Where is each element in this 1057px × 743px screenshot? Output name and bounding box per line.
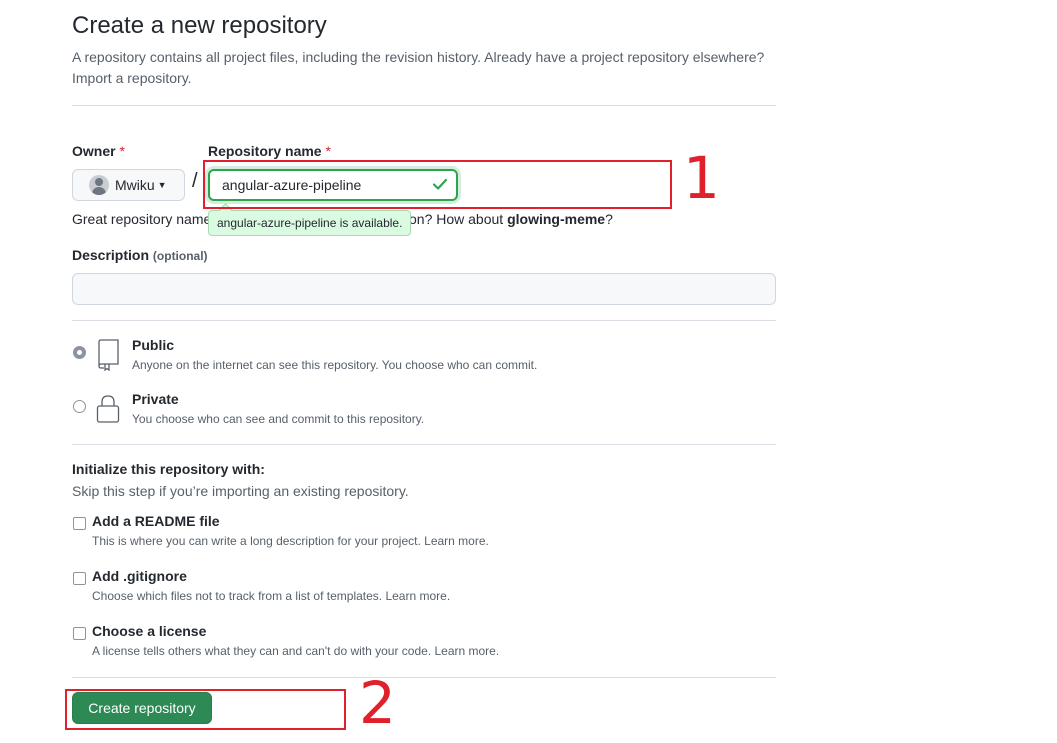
page-title: Create a new repository	[72, 12, 327, 39]
annotation-highlight-box	[203, 160, 672, 209]
public-radio[interactable]	[73, 346, 86, 359]
visibility-option-note: Anyone on the internet can see this repo…	[132, 358, 538, 372]
readme-option-note: This is where you can write a long descr…	[92, 534, 489, 548]
gitignore-option-note: Choose which files not to track from a l…	[92, 589, 451, 603]
suggested-name-link[interactable]: glowing-meme	[507, 211, 605, 227]
repo-icon	[98, 339, 119, 371]
repo-name-label: Repository name *	[208, 143, 331, 159]
divider	[72, 105, 776, 106]
suggestion-prefix: Great repository name	[72, 211, 212, 227]
availability-tooltip: angular-azure-pipeline is available.	[208, 210, 412, 236]
initialize-title: Initialize this repository with:	[72, 461, 265, 477]
visibility-option-title: Private	[132, 391, 179, 407]
divider	[72, 444, 776, 445]
description-label: Description (optional)	[72, 247, 208, 263]
readme-option-title: Add a README file	[92, 513, 220, 529]
license-option-note: A license tells others what they can and…	[92, 644, 500, 658]
owner-repo-separator: /	[192, 170, 198, 192]
annotation-step-number: 1	[683, 144, 720, 212]
repo-name-label-text: Repository name	[208, 143, 322, 159]
license-checkbox[interactable]	[73, 627, 86, 640]
owner-select[interactable]: Mwiku ▼	[72, 169, 185, 201]
triangle-down-icon: ▼	[157, 180, 167, 190]
description-label-text: Description	[72, 247, 150, 263]
private-radio[interactable]	[73, 400, 86, 413]
divider	[72, 320, 776, 321]
description-input[interactable]	[72, 273, 776, 305]
required-mark: *	[325, 143, 331, 159]
visibility-option-note: You choose who can see and commit to thi…	[132, 412, 425, 426]
gitignore-checkbox[interactable]	[73, 572, 86, 585]
annotation-highlight-box	[65, 689, 346, 730]
divider	[72, 677, 776, 678]
owner-label-text: Owner	[72, 143, 116, 159]
gitignore-option-title: Add .gitignore	[92, 568, 187, 584]
optional-hint: (optional)	[152, 249, 208, 263]
license-option-title: Choose a license	[92, 623, 207, 639]
readme-checkbox[interactable]	[73, 517, 86, 530]
owner-name: Mwiku	[115, 177, 155, 193]
initialize-subtitle: Skip this step if you’re importing an ex…	[72, 483, 409, 499]
page-subtitle: A repository contains all project files,…	[72, 49, 765, 86]
owner-label: Owner *	[72, 143, 125, 159]
annotation-step-number: 2	[359, 669, 396, 737]
suggestion-suffix: ?	[605, 211, 613, 227]
visibility-option-title: Public	[132, 337, 175, 353]
avatar	[89, 175, 109, 195]
required-mark: *	[119, 143, 125, 159]
lock-icon	[96, 395, 120, 423]
